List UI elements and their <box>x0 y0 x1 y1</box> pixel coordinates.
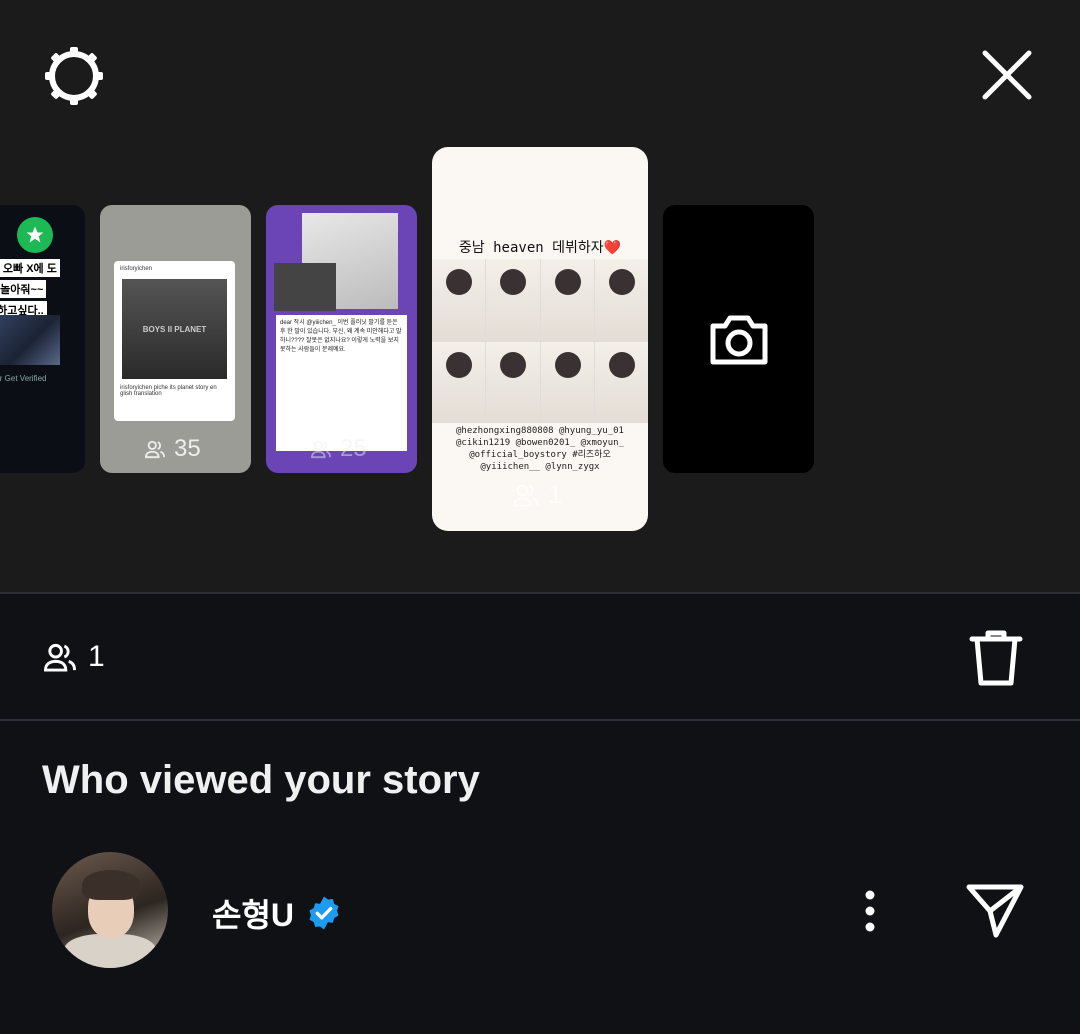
send-icon <box>966 884 1024 938</box>
people-icon <box>513 484 539 507</box>
story-thumbnail-2[interactable]: irisforyichen BOYS II PLANET irisforyich… <box>100 205 251 473</box>
story-thumbnail-1[interactable]: n_ 오빠 X에 도 께 놀아줘~~ 친하고싶다.. nager Get Ver… <box>0 205 85 473</box>
view-count: 1 <box>88 640 105 673</box>
camera-icon <box>710 315 767 365</box>
settings-button[interactable] <box>40 42 108 110</box>
close-button[interactable] <box>974 42 1040 108</box>
story-preview-photo-grid <box>432 259 648 423</box>
send-message-button[interactable] <box>964 880 1026 942</box>
story-preview-title: 중남 heaven 데뷔하자❤️ <box>458 240 622 256</box>
story-details-panel <box>0 594 1080 1034</box>
verified-badge-icon <box>309 896 339 930</box>
delete-story-button[interactable] <box>966 628 1026 688</box>
story-preview-image: BOYS II PLANET <box>122 279 227 379</box>
star-badge <box>17 217 53 253</box>
story-view-count: 35 <box>144 435 201 463</box>
story-thumbnail-3[interactable]: dear 작시 @yiiichen_ 이번 플러닛 팔기를 듣은 후 한 말이 … <box>266 205 417 473</box>
story-preview-snippet: nager Get Verified <box>0 374 47 383</box>
people-icon <box>310 440 331 459</box>
story-preview-header: irisforyichen <box>120 266 153 272</box>
story-view-count: 1 <box>512 479 562 510</box>
people-icon <box>43 643 76 672</box>
story-preview-image <box>0 315 60 365</box>
people-icon <box>144 440 165 459</box>
viewer-row[interactable]: 손형U <box>52 852 1042 968</box>
story-preview-caption: irisforyichen piche its planet story en … <box>120 385 217 397</box>
view-count-summary: 1 <box>42 640 105 674</box>
avatar[interactable] <box>52 852 168 968</box>
add-story-button[interactable] <box>663 205 814 473</box>
story-preview-tags: @hezhongxing880808 @hyung_yu_01 @cikin12… <box>456 426 624 472</box>
story-preview-card: irisforyichen BOYS II PLANET irisforyich… <box>114 261 235 421</box>
story-view-count: 25 <box>310 435 367 463</box>
divider <box>0 719 1080 721</box>
more-options-button[interactable] <box>852 886 888 936</box>
viewer-name[interactable]: 손형U <box>212 890 342 936</box>
trash-icon <box>969 630 1023 686</box>
settings-icon <box>45 47 103 105</box>
story-preview-letter: dear 작시 @yiiichen_ 이번 플러닛 팔기를 듣은 후 한 말이 … <box>276 315 407 451</box>
story-preview-collage <box>274 213 409 313</box>
star-icon <box>26 226 44 243</box>
viewers-heading: Who viewed your story <box>42 758 480 802</box>
close-icon <box>982 50 1032 100</box>
story-thumbnail-4-selected[interactable]: 중남 heaven 데뷔하자❤️ @hezhongxing880808 @hyu… <box>432 147 648 531</box>
more-vertical-icon <box>865 890 875 932</box>
story-carousel-area: n_ 오빠 X에 도 께 놀아줘~~ 친하고싶다.. nager Get Ver… <box>0 0 1080 592</box>
